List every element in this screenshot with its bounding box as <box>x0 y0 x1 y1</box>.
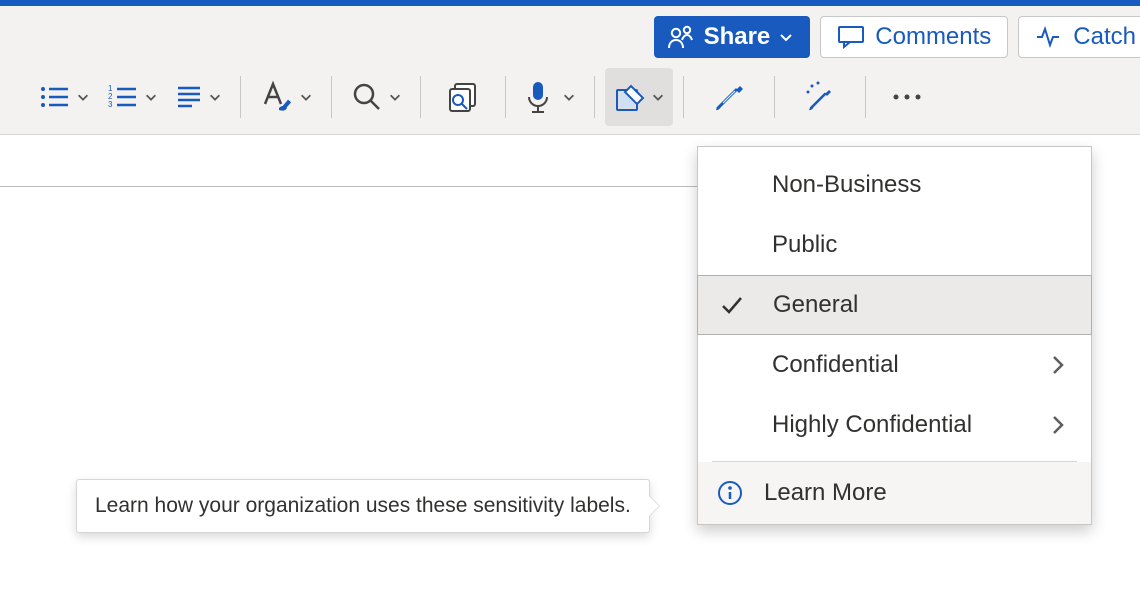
option-label: Public <box>772 231 1073 259</box>
sensitivity-button[interactable] <box>605 68 673 126</box>
separator <box>594 76 595 118</box>
sensitivity-learn-more[interactable]: Learn More <box>698 462 1091 524</box>
sensitivity-option-confidential[interactable]: Confidential <box>698 335 1091 395</box>
bullet-list-button[interactable] <box>30 68 98 126</box>
learn-more-label: Learn More <box>764 479 887 507</box>
chevron-down-icon <box>388 90 402 104</box>
find-button[interactable] <box>342 68 410 126</box>
catch-up-button[interactable]: Catch <box>1018 16 1140 58</box>
option-label: Confidential <box>772 351 1043 379</box>
chevron-down-icon <box>208 90 222 104</box>
ribbon-toolbar: 1 2 3 <box>0 60 1140 134</box>
sensitivity-option-highly-confidential[interactable]: Highly Confidential <box>698 395 1091 455</box>
chevron-down-icon <box>562 90 576 104</box>
top-buttons-row: Share Comments Catch <box>0 6 1140 60</box>
dictate-button[interactable] <box>516 68 584 126</box>
share-label: Share <box>704 23 771 51</box>
separator <box>331 76 332 118</box>
separator <box>774 76 775 118</box>
align-button[interactable] <box>166 68 230 126</box>
share-icon <box>668 25 696 49</box>
numbered-list-button[interactable]: 1 2 3 <box>98 68 166 126</box>
more-options-button[interactable] <box>876 68 938 126</box>
activity-icon <box>1035 25 1063 49</box>
check-icon <box>719 292 773 318</box>
info-icon <box>716 479 744 507</box>
chevron-down-icon <box>778 29 794 45</box>
sensitivity-tooltip: Learn how your organization uses these s… <box>76 479 650 533</box>
catchup-label: Catch <box>1073 23 1136 51</box>
separator <box>865 76 866 118</box>
option-label: Highly Confidential <box>772 411 1043 439</box>
styles-button[interactable] <box>251 68 321 126</box>
tooltip-text: Learn how your organization uses these s… <box>95 494 631 517</box>
share-button[interactable]: Share <box>654 16 811 58</box>
editor-button[interactable] <box>694 68 764 126</box>
svg-text:3: 3 <box>108 100 113 109</box>
separator <box>420 76 421 118</box>
chevron-right-icon <box>1043 353 1073 377</box>
separator <box>683 76 684 118</box>
option-label: Non-Business <box>772 171 1073 199</box>
chevron-right-icon <box>1043 413 1073 437</box>
designer-button[interactable] <box>785 68 855 126</box>
sensitivity-option-public[interactable]: Public <box>698 215 1091 275</box>
comment-icon <box>837 25 865 49</box>
chevron-down-icon <box>299 90 313 104</box>
separator <box>240 76 241 118</box>
reuse-files-button[interactable] <box>431 68 495 126</box>
option-label: General <box>773 291 1073 319</box>
sensitivity-option-general[interactable]: General <box>697 275 1092 335</box>
separator <box>505 76 506 118</box>
chevron-down-icon <box>76 90 90 104</box>
chevron-down-icon <box>651 90 665 104</box>
chevron-down-icon <box>144 90 158 104</box>
command-area: Share Comments Catch <box>0 6 1140 135</box>
sensitivity-dropdown: Non-Business Public General Confidential… <box>697 146 1092 525</box>
sensitivity-option-non-business[interactable]: Non-Business <box>698 155 1091 215</box>
comments-button[interactable]: Comments <box>820 16 1008 58</box>
comments-label: Comments <box>875 23 991 51</box>
